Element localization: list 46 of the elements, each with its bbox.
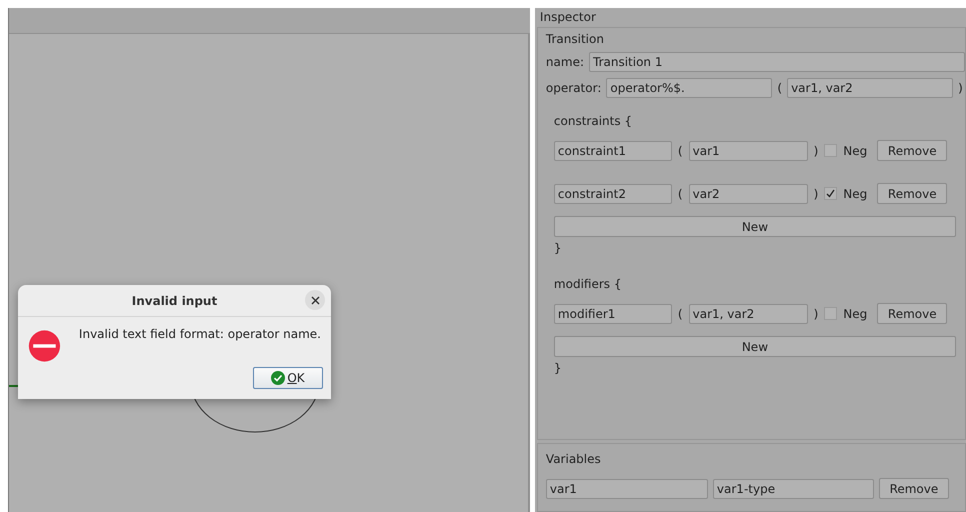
operator-field[interactable]: operator%$. [606, 78, 772, 98]
dialog-title: Invalid input [132, 294, 218, 308]
constraint-name-field[interactable]: constraint1 [554, 140, 672, 160]
constraint-name-field[interactable]: constraint2 [554, 184, 672, 204]
group-title: Transition [546, 32, 605, 46]
close-paren: ) [958, 81, 963, 95]
arguments-field[interactable]: var1, var2 [787, 78, 954, 98]
variable-name-field[interactable]: var1 [546, 478, 708, 499]
section-header: modifiers { [554, 277, 622, 291]
check-icon [271, 371, 286, 385]
remove-button[interactable]: Remove [877, 183, 948, 204]
remove-button[interactable]: Remove [877, 303, 948, 324]
neg-label: Neg [843, 144, 868, 158]
open-paren: ( [678, 306, 683, 320]
field-label: operator: [546, 81, 602, 95]
remove-button[interactable]: Remove [878, 478, 949, 500]
arguments-field[interactable]: var1 [688, 140, 808, 160]
closing-brace: } [554, 361, 562, 375]
group-title: Variables [546, 452, 602, 466]
open-paren: ( [678, 186, 683, 200]
open-paren: ( [777, 81, 782, 95]
close-icon [310, 296, 320, 304]
close-paren: ) [814, 306, 818, 320]
neg-checkbox[interactable] [824, 187, 838, 200]
neg-checkbox[interactable] [824, 144, 838, 157]
constraint-name-field[interactable]: modifier1 [554, 304, 672, 324]
close-button[interactable] [305, 290, 325, 310]
arguments-field[interactable]: var2 [688, 184, 808, 204]
new-button[interactable]: New [554, 216, 956, 237]
field-label: name: [546, 55, 584, 69]
neg-label: Neg [843, 306, 868, 320]
panel-title: Inspector [538, 9, 597, 26]
close-paren: ) [814, 144, 818, 158]
neg-label: Neg [843, 186, 868, 200]
ok-button[interactable]: OK [253, 367, 323, 389]
closing-brace: } [554, 241, 562, 255]
new-button[interactable]: New [554, 336, 956, 357]
error-message: Invalid text field format: operator name. [78, 327, 321, 343]
remove-button[interactable]: Remove [877, 140, 948, 161]
section-header: constraints { [554, 114, 632, 128]
arguments-field[interactable]: var1, var2 [688, 304, 808, 324]
variable-type-field[interactable]: var1-type [712, 478, 874, 499]
name-field[interactable]: Transition 1 [589, 52, 965, 72]
open-paren: ( [678, 144, 683, 158]
neg-checkbox[interactable] [824, 307, 838, 320]
close-paren: ) [814, 186, 818, 200]
